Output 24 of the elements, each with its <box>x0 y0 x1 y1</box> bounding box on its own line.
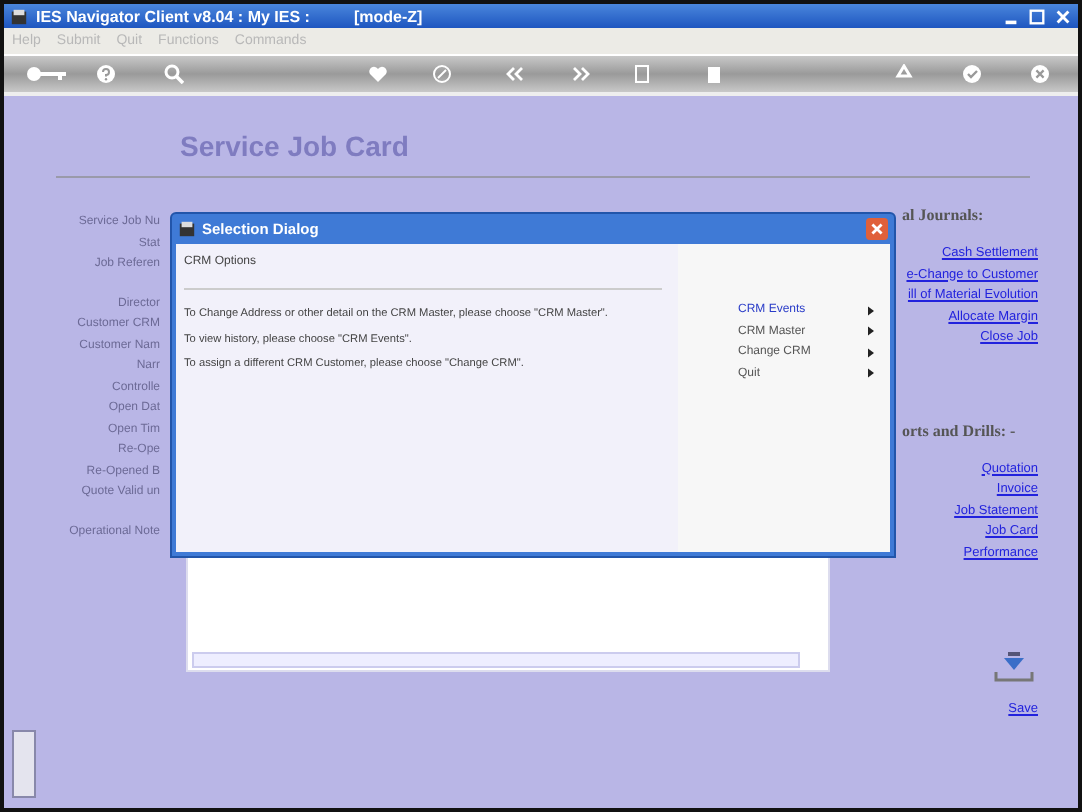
app-icon <box>10 7 28 25</box>
download-tray-icon[interactable] <box>994 652 1034 684</box>
horizontal-scrollbar[interactable] <box>192 652 800 668</box>
close-icon[interactable] <box>1030 64 1050 84</box>
document-icon[interactable] <box>632 64 652 84</box>
maximize-icon[interactable] <box>1028 7 1046 25</box>
key-icon[interactable] <box>24 64 68 84</box>
clipboard-icon[interactable] <box>704 64 724 84</box>
app-icon <box>178 220 196 238</box>
side-tab[interactable] <box>12 730 36 798</box>
close-icon[interactable] <box>1054 7 1072 25</box>
double-left-icon[interactable] <box>504 64 524 84</box>
section-heading: orts and Drills: - <box>902 421 1016 439</box>
close-icon[interactable] <box>866 218 888 240</box>
mode-label: [mode-Z] <box>353 7 423 25</box>
section-heading: al Journals: <box>902 206 984 224</box>
search-icon[interactable] <box>164 64 184 84</box>
circle-icon[interactable] <box>432 64 452 84</box>
double-right-icon[interactable] <box>572 64 592 84</box>
window-title: IES Navigator Client v8.04 : My IES : <box>36 7 310 25</box>
page-title: Service Job Card <box>180 128 411 166</box>
heart-icon[interactable] <box>368 64 388 84</box>
checkmark-icon[interactable] <box>962 64 982 84</box>
help-icon[interactable] <box>96 64 116 84</box>
